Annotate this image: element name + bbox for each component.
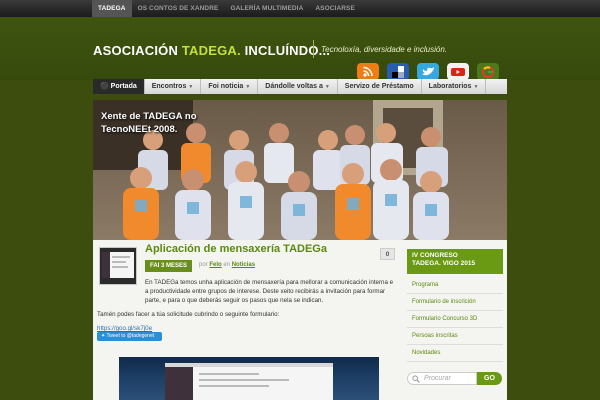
nav-item-label: Dándolle voltas a [265,83,323,90]
hero-caption: Xente de TADEGA no TecnoNEEt 2008. [101,110,197,136]
site-tagline: Tecnoloxía, diversidade e inclusión. [321,45,448,54]
post-screenshot-image[interactable] [119,357,379,400]
nav-item-label: Portada [110,83,137,90]
youtube-icon[interactable] [447,63,469,80]
title-separator [313,40,314,58]
search-button[interactable]: GO [477,372,502,385]
nav-item-foi-noticia[interactable]: Foi noticia ▼ [201,79,259,94]
topnav-item-asociarse[interactable]: ASOCIARSE [309,0,361,17]
post-title[interactable]: Aplicación de mensaxería TADEGa [145,243,327,255]
post-author-link[interactable]: Felo [209,262,221,268]
app-row-image [199,379,289,381]
post-meta: por Felo en Noticias [199,262,255,268]
nav-item-label: Laboratorios [428,83,472,90]
nav-item-label: Foi noticia [208,83,244,90]
app-row-image [199,373,259,375]
post-paragraph: En TADEGa temos unha aplicación de mensa… [145,279,394,304]
tweet-button-label: Tweet to @tadegenet [106,333,155,339]
home-icon: ⚫ [100,83,109,90]
chevron-down-icon: ▼ [473,84,479,90]
meta-in: en [223,262,231,268]
widget-title-line1: IV CONGRESO [412,252,458,259]
search-icon [412,375,420,383]
widget-title-line2: TADEGA. VIGO 2015 [412,260,476,267]
rss-icon[interactable] [357,63,379,80]
nav-item-label: Servizo de Préstamo [344,83,414,90]
app-sidebar-image [165,367,193,400]
sidebar-link-programa[interactable]: Programa [407,277,503,294]
comment-count[interactable]: 0 [380,248,395,260]
chevron-down-icon: ▼ [188,84,194,90]
meta-by: por [199,262,208,268]
chevron-down-icon: ▼ [324,84,330,90]
hero-image[interactable]: Xente de TADEGA no TecnoNEEt 2008. [93,100,507,240]
tweet-button[interactable]: ✦ Tweet to @tadegenet [97,332,162,341]
post-category-link[interactable]: Noticias [232,262,255,268]
app-window-image [165,363,333,400]
google-icon[interactable] [477,63,499,80]
post-body: En TADEGa temos unha aplicación de mensa… [97,278,397,338]
app-main-image [193,367,333,400]
sidebar-links: Programa Formulario de inscrición Formul… [407,277,503,362]
app-row-image [199,385,269,387]
nav-item-portada[interactable]: ⚫ Portada [93,79,145,94]
nav-item-servizo-prestamo[interactable]: Servizo de Préstamo [338,79,422,94]
site-title-part3: INCLUÍNDO... [240,43,331,58]
twitter-icon[interactable] [417,63,439,80]
nav-item-laboratorios[interactable]: Laboratorios ▼ [422,79,487,94]
topnav-item-tadega[interactable]: TADEGA [92,0,132,17]
main-navigation: ⚫ Portada Encontros ▼ Foi noticia ▼ Dándol… [93,79,507,94]
topnav-item-galeria[interactable]: GALERÍA MULTIMEDIA [224,0,309,17]
top-navigation: TADEGA OS CONTOS DE XANDRE GALERÍA MULTI… [0,0,600,17]
hero-caption-line1: Xente de TADEGA no [101,111,197,122]
sidebar-widget-title[interactable]: IV CONGRESO TADEGA. VIGO 2015 [407,249,503,274]
form-link[interactable]: https://goo.gl/sk7j0e [97,325,152,332]
nav-item-label: Encontros [151,83,187,90]
site-title-part1: ASOCIACIÓN [93,43,182,58]
hero-caption-line2: TecnoNEEt 2008. [101,124,178,135]
nav-item-encontros[interactable]: Encontros ▼ [145,79,202,94]
search-placeholder: Procurar [424,375,451,382]
post-paragraph: Tamén podes facer a túa solicitude cubri… [97,311,280,318]
sidebar-link-inscricion[interactable]: Formulario de inscrición [407,294,503,311]
chevron-down-icon: ▼ [245,84,251,90]
post-date-badge: FAI 3 MESES [145,260,193,272]
sidebar-link-novidades[interactable]: Novidades [407,345,503,362]
twitter-bird-icon: ✦ [101,333,106,339]
site-title[interactable]: ASOCIACIÓN TADEGA. INCLUÍNDO... [93,43,330,58]
topnav-item-contos[interactable]: OS CONTOS DE XANDRE [132,0,225,17]
search-input[interactable]: Procurar [407,372,477,385]
site-title-highlight: TADEGA. [181,43,241,58]
nav-item-dandolle-voltas[interactable]: Dándolle voltas a ▼ [258,79,338,94]
sidebar-link-concurso-3d[interactable]: Formulario Concurso 3D [407,311,503,328]
delicious-icon[interactable] [387,63,409,80]
sidebar-link-persoas-inscritas[interactable]: Persoas inscritas [407,328,503,345]
